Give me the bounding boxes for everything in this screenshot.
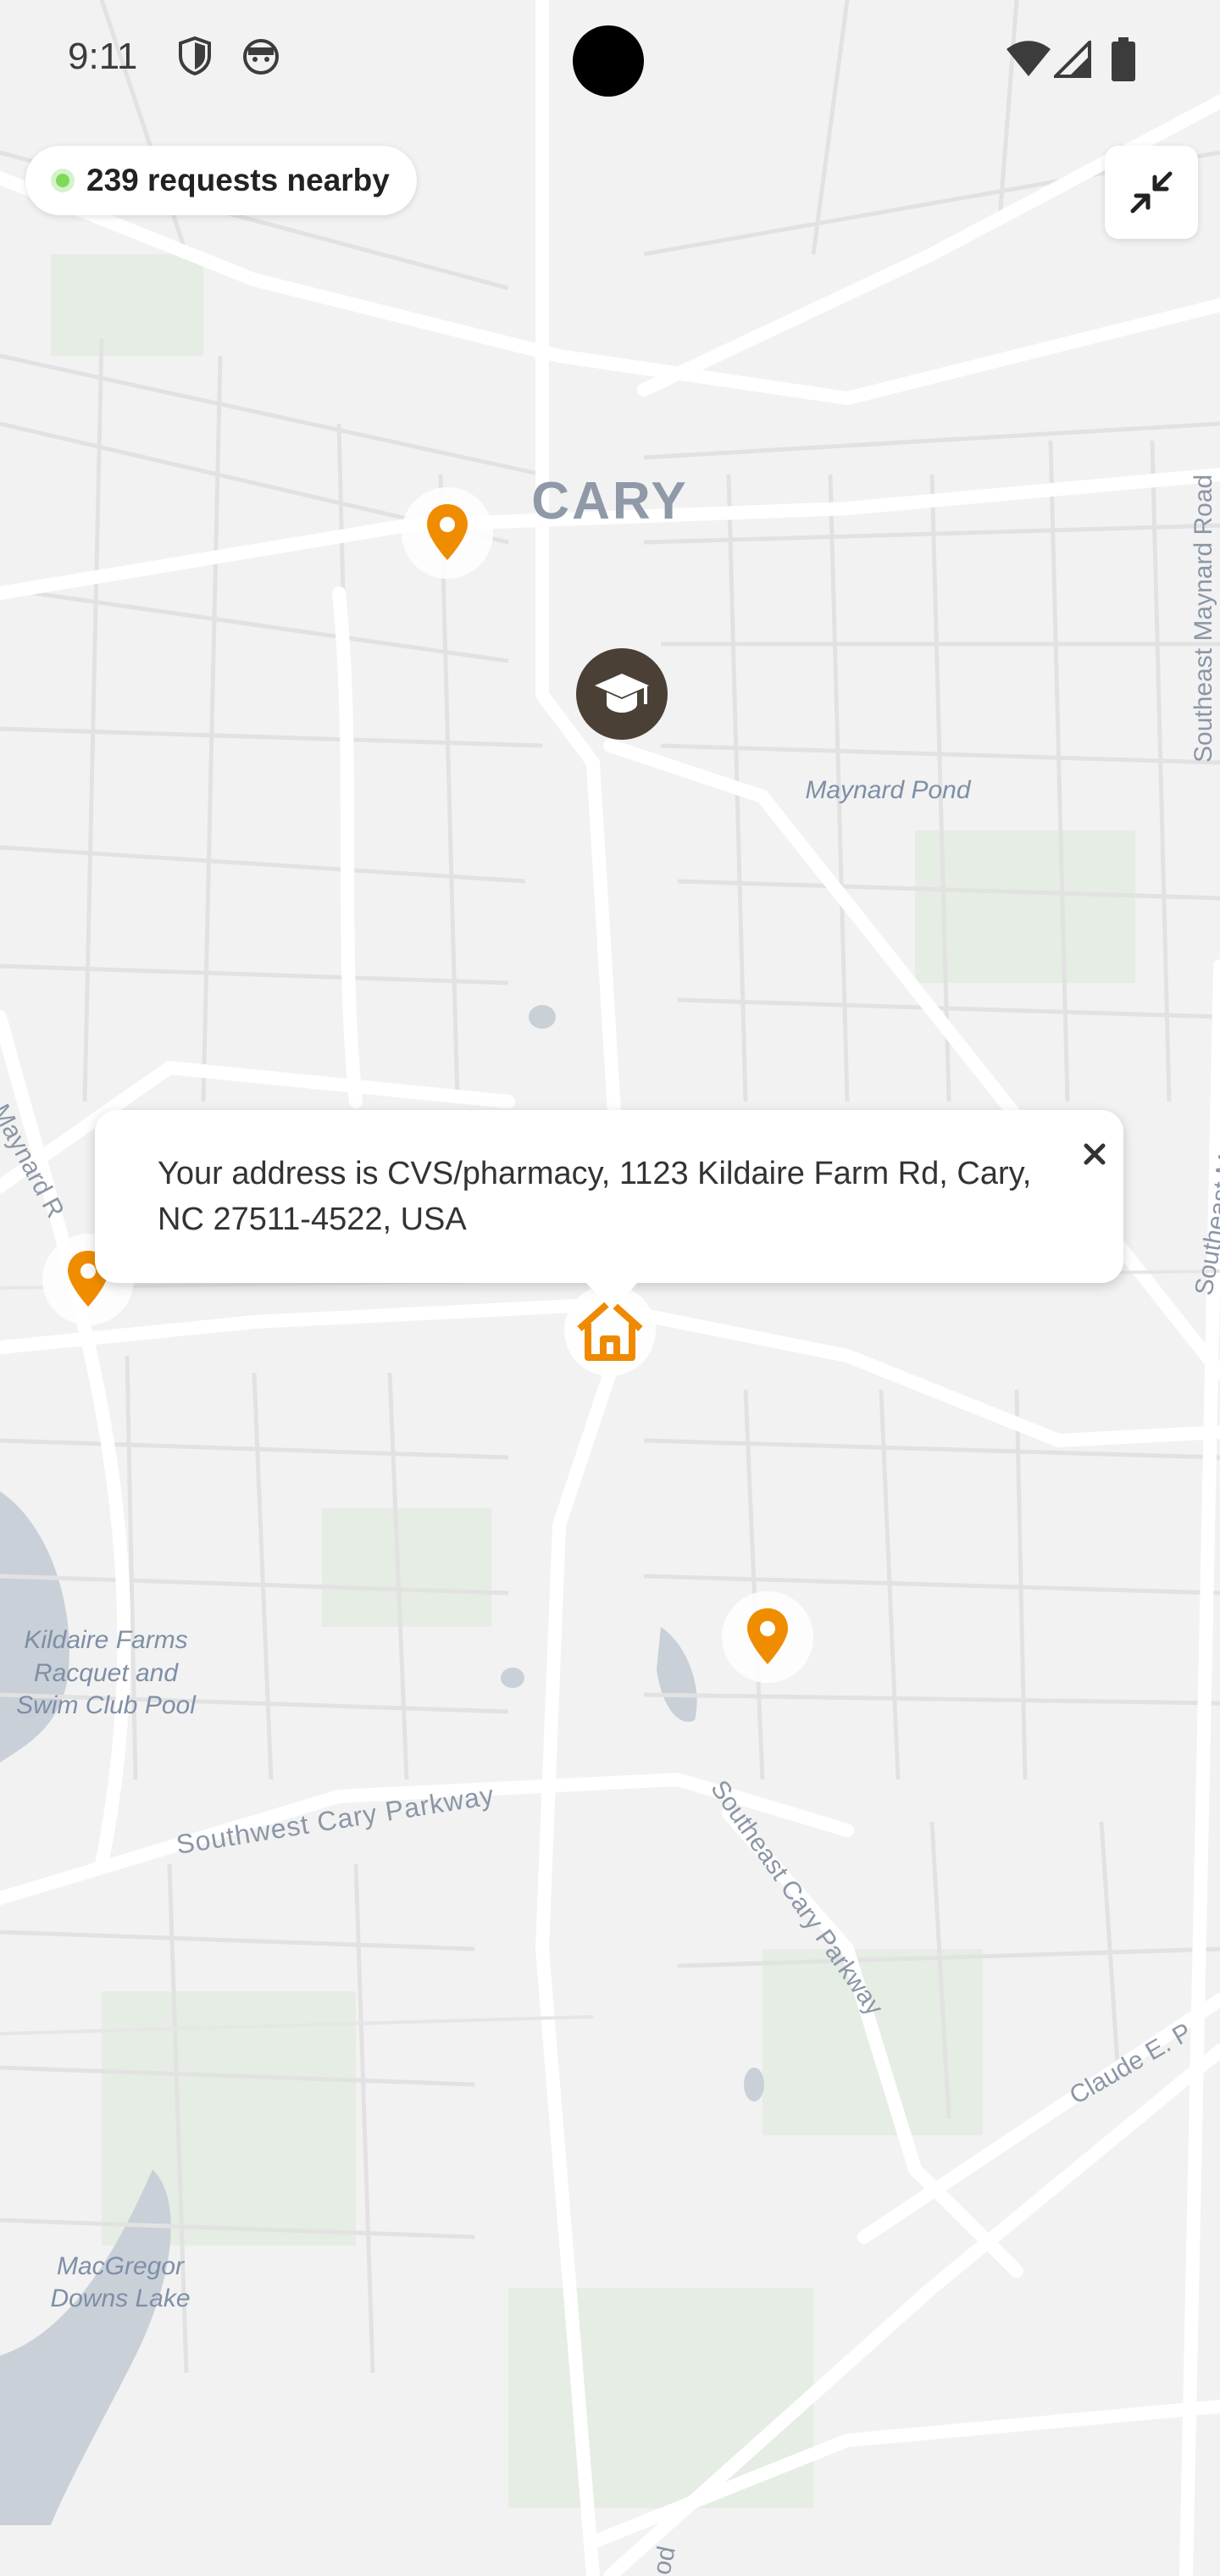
requests-count-text: 239 requests nearby bbox=[86, 163, 390, 197]
popup-pointer bbox=[583, 1280, 640, 1310]
face-icon bbox=[241, 36, 281, 80]
battery-icon bbox=[1112, 37, 1135, 86]
map-label-macgregor-1: MacGregor bbox=[57, 2252, 185, 2280]
collapse-map-button[interactable] bbox=[1105, 146, 1198, 239]
close-icon bbox=[1084, 1143, 1106, 1165]
map-label-bottom-road: od bbox=[648, 2544, 681, 2576]
map-label-kildaire-2: Racquet and bbox=[34, 1659, 179, 1687]
status-time: 9:11 bbox=[68, 36, 138, 77]
school-marker[interactable] bbox=[576, 648, 668, 744]
requests-nearby-badge[interactable]: 239 requests nearby bbox=[25, 146, 417, 215]
status-bar: 9:11 bbox=[0, 0, 1220, 127]
request-marker-1[interactable] bbox=[402, 487, 493, 583]
request-marker-3[interactable] bbox=[722, 1591, 813, 1687]
front-camera bbox=[573, 25, 644, 97]
signal-icon bbox=[1051, 38, 1091, 82]
map-label-se-maynard-top: Southeast Maynard Road bbox=[1190, 475, 1217, 763]
shield-icon bbox=[176, 36, 214, 80]
collapse-arrows-icon bbox=[1130, 171, 1173, 214]
online-status-dot bbox=[51, 169, 75, 192]
map-label-kildaire-1: Kildaire Farms bbox=[24, 1626, 187, 1654]
map-label-pond: Maynard Pond bbox=[805, 776, 971, 804]
wifi-icon bbox=[1005, 41, 1052, 82]
map-label-macgregor-2: Downs Lake bbox=[50, 2285, 190, 2312]
address-text: Your address is CVS/pharmacy, 1123 Kilda… bbox=[158, 1156, 1032, 1237]
map-label-city: CARY bbox=[531, 472, 688, 530]
map-label-kildaire-3: Swim Club Pool bbox=[16, 1691, 197, 1719]
popup-close-button[interactable] bbox=[1071, 1130, 1118, 1178]
address-popup: Your address is CVS/pharmacy, 1123 Kilda… bbox=[95, 1110, 1123, 1283]
